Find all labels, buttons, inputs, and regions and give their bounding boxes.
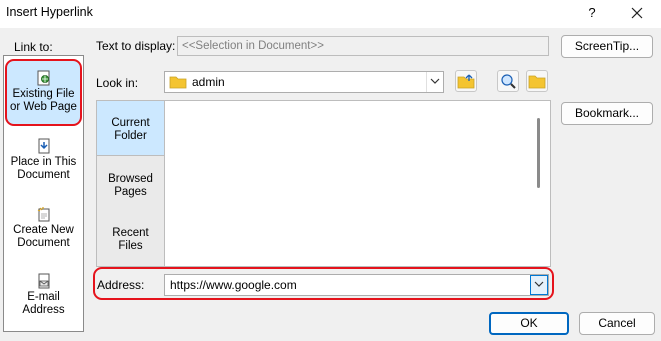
nav-create-line2: Document	[17, 237, 70, 249]
side-recent-line2: Files	[118, 240, 143, 252]
look-in-value: admin	[192, 75, 225, 89]
nav-existing-line1: Existing File	[12, 88, 75, 100]
address-dropdown-button[interactable]	[530, 275, 548, 295]
bookmark-button[interactable]: Bookmark...	[561, 102, 653, 125]
file-list[interactable]	[164, 100, 551, 267]
screentip-button[interactable]: ScreenTip...	[561, 35, 653, 58]
side-browsed-line2: Pages	[114, 186, 147, 198]
nav-email-line1: E-mail	[27, 291, 60, 303]
nav-email-line2: Address	[22, 304, 65, 316]
email-icon	[38, 273, 49, 289]
look-in-dropdown[interactable]: admin	[164, 71, 444, 93]
nav-email-address[interactable]: E-mail Address	[4, 273, 83, 333]
side-recent-files[interactable]: Recent Files	[97, 227, 164, 253]
nav-create-new-document[interactable]: Create New Document	[4, 206, 83, 266]
chevron-down-icon	[534, 281, 544, 287]
nav-place-line1: Place in This	[10, 156, 77, 168]
close-icon	[631, 7, 643, 19]
nav-existing-line2: or Web Page	[10, 101, 77, 113]
dialog-title: Insert Hyperlink	[6, 5, 93, 19]
side-current-folder[interactable]: Current Folder	[97, 101, 164, 156]
close-button[interactable]	[626, 2, 648, 24]
link-to-panel: Existing File or Web Page Place in This …	[3, 55, 84, 332]
look-in-label: Look in:	[96, 76, 139, 90]
existing-file-icon	[37, 70, 49, 86]
title-bar	[0, 0, 661, 28]
up-folder-icon	[457, 74, 475, 89]
location-panel: Current Folder Browsed Pages Recent File…	[96, 100, 165, 267]
side-browsed-line1: Browsed	[108, 173, 153, 185]
browse-file-button[interactable]	[526, 70, 548, 92]
up-one-folder-button[interactable]	[455, 70, 477, 92]
nav-place-line2: Document	[17, 169, 70, 181]
cancel-button[interactable]: Cancel	[579, 312, 655, 335]
help-button[interactable]: ?	[582, 3, 602, 23]
address-input[interactable]: https://www.google.com	[164, 274, 549, 296]
nav-place-in-this-document[interactable]: Place in This Document	[4, 138, 83, 198]
text-to-display-label: Text to display:	[96, 39, 176, 53]
browse-web-icon	[501, 74, 516, 89]
link-to-label: Link to:	[14, 40, 53, 54]
side-current-line2: Folder	[114, 130, 147, 142]
side-browsed-pages[interactable]: Browsed Pages	[97, 173, 164, 199]
text-to-display-field[interactable]: <<Selection in Document>>	[177, 36, 549, 56]
new-document-icon	[37, 207, 49, 222]
side-recent-line1: Recent	[112, 227, 149, 239]
nav-create-line1: Create New	[13, 224, 74, 236]
address-label: Address:	[97, 278, 145, 292]
folder-icon	[169, 76, 187, 89]
browse-web-button[interactable]	[497, 70, 519, 92]
ok-button[interactable]: OK	[489, 312, 569, 335]
place-in-document-icon	[38, 138, 49, 154]
browse-file-icon	[528, 75, 546, 89]
file-list-scrollbar[interactable]	[537, 118, 540, 188]
side-current-line1: Current	[111, 117, 150, 129]
nav-existing-file-or-web-page[interactable]: Existing File or Web Page	[5, 59, 82, 126]
chevron-down-icon[interactable]	[426, 72, 443, 92]
